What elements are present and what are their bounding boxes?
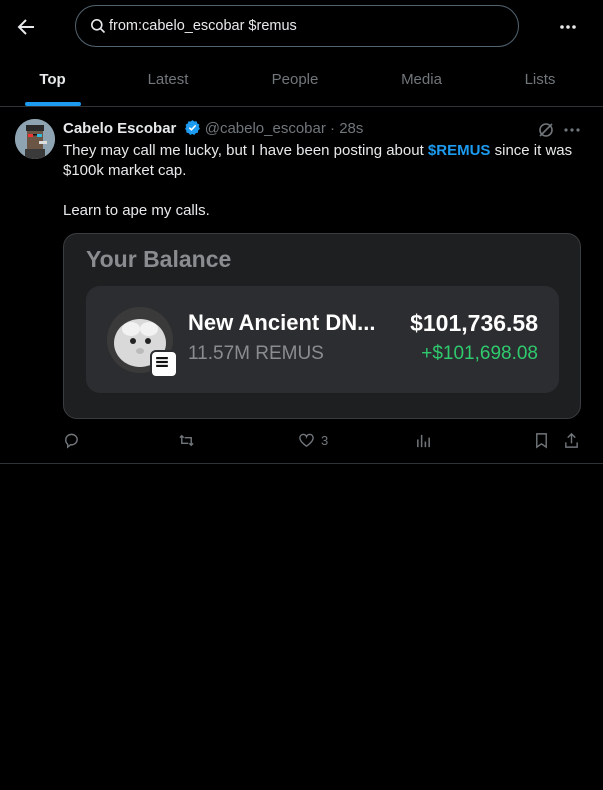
like-count: 3 bbox=[321, 432, 329, 448]
top-bar bbox=[0, 0, 603, 54]
search-box[interactable] bbox=[75, 5, 519, 47]
post-text-line: Learn to ape my calls. bbox=[63, 202, 210, 219]
author-name[interactable]: Cabelo Escobar bbox=[63, 120, 176, 137]
search-icon bbox=[90, 18, 106, 34]
token-amount: 11.57M REMUS bbox=[188, 343, 324, 364]
post-actions: 3 bbox=[63, 430, 583, 452]
bookmark-icon bbox=[536, 432, 547, 448]
post-header: Cabelo Escobar @cabelo_escobar · 28s bbox=[63, 119, 363, 139]
like-button[interactable]: 3 bbox=[298, 430, 328, 450]
tab-label: Media bbox=[401, 71, 442, 88]
tab-lists[interactable]: Lists bbox=[484, 54, 596, 106]
tab-label: Latest bbox=[147, 71, 189, 88]
post[interactable]: Cabelo Escobar @cabelo_escobar · 28s The… bbox=[0, 107, 603, 464]
share-button[interactable] bbox=[563, 430, 580, 450]
post-more-icon[interactable] bbox=[562, 121, 582, 139]
avatar[interactable] bbox=[15, 119, 55, 159]
balance-gain: +$101,698.08 bbox=[421, 343, 538, 364]
verified-badge-icon bbox=[184, 119, 201, 136]
balance-card-image[interactable]: Your Balance New Ancient DN... 11.57M RE… bbox=[63, 233, 581, 419]
token-row: New Ancient DN... 11.57M REMUS $101,736.… bbox=[86, 286, 559, 393]
search-tabs: Top Latest People Media Lists bbox=[0, 54, 603, 107]
solana-logo-icon bbox=[150, 350, 178, 378]
post-text: They may call me lucky, but I have been … bbox=[63, 141, 583, 221]
balance-value: $101,736.58 bbox=[410, 310, 538, 336]
tab-latest[interactable]: Latest bbox=[105, 54, 231, 106]
cashtag-link[interactable]: $REMUS bbox=[428, 142, 491, 159]
card-title: Your Balance bbox=[86, 246, 232, 272]
grok-icon[interactable] bbox=[537, 121, 555, 139]
more-options-icon[interactable] bbox=[556, 16, 580, 38]
tab-label: Top bbox=[39, 71, 66, 88]
repost-button[interactable] bbox=[178, 430, 195, 450]
reply-icon bbox=[65, 433, 78, 449]
tab-people[interactable]: People bbox=[231, 54, 359, 106]
repost-icon bbox=[179, 434, 194, 446]
views-icon bbox=[417, 434, 430, 447]
active-tab-indicator bbox=[24, 102, 81, 106]
tab-top[interactable]: Top bbox=[0, 54, 105, 106]
separator-dot: · bbox=[330, 120, 336, 137]
search-input[interactable] bbox=[109, 16, 489, 36]
tab-media[interactable]: Media bbox=[359, 54, 484, 106]
share-icon bbox=[565, 432, 578, 448]
heart-icon bbox=[299, 433, 314, 447]
tab-label: Lists bbox=[524, 71, 556, 88]
author-handle[interactable]: @cabelo_escobar bbox=[205, 120, 326, 137]
post-time[interactable]: 28s bbox=[339, 120, 363, 137]
back-arrow-icon[interactable] bbox=[14, 15, 38, 39]
token-name: New Ancient DN... bbox=[188, 310, 376, 335]
bookmark-button[interactable] bbox=[533, 430, 550, 450]
reply-button[interactable] bbox=[63, 430, 80, 450]
post-text-part: They may call me lucky, but I have been … bbox=[63, 142, 428, 159]
views-button[interactable] bbox=[415, 430, 432, 450]
tab-label: People bbox=[271, 71, 319, 88]
